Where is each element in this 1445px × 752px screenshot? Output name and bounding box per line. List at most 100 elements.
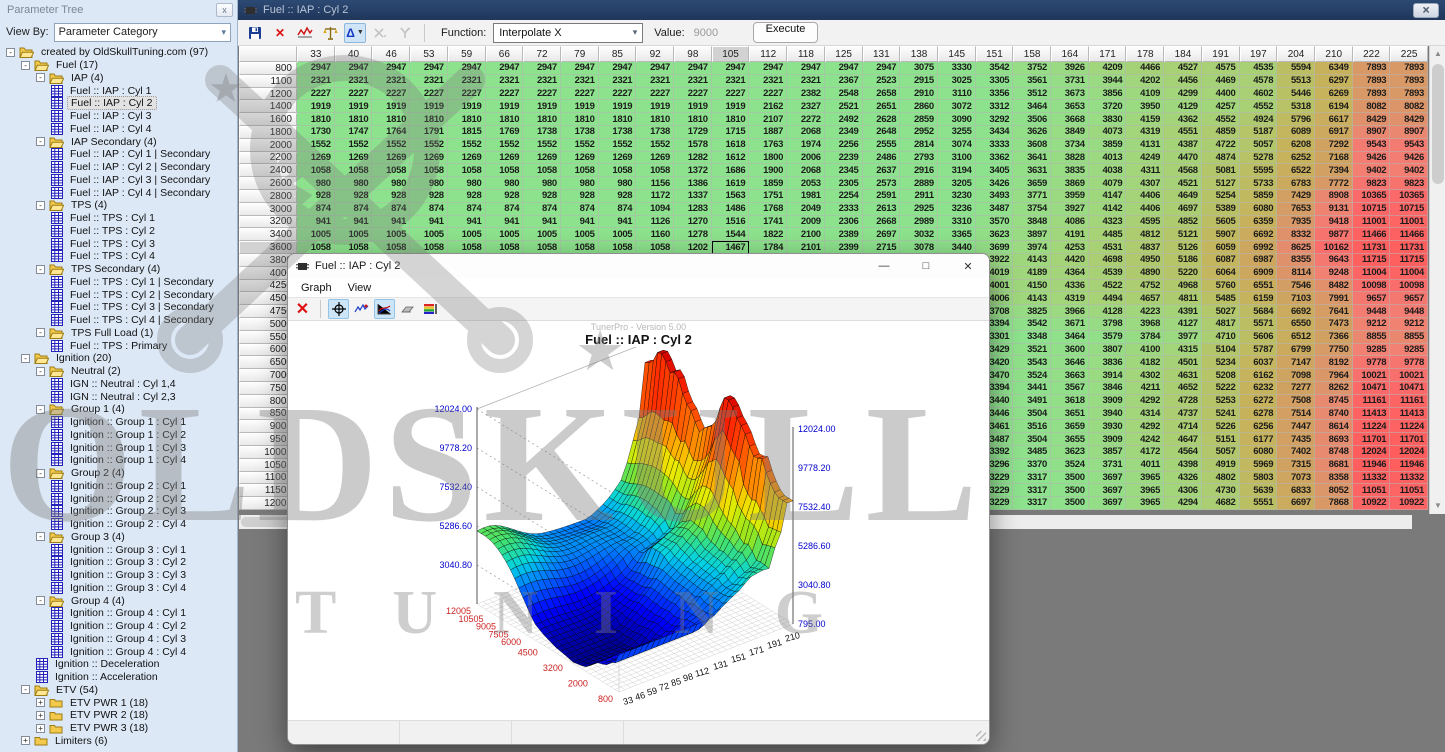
table-cell[interactable]: 3504 [1013,433,1051,446]
table-cell[interactable]: 4319 [1051,292,1089,305]
table-cell[interactable]: 4552 [1240,100,1278,113]
table-cell[interactable]: 2573 [863,177,901,190]
table-cell[interactable]: 1269 [636,152,674,165]
table-cell[interactable]: 4837 [1126,241,1164,254]
table-cell[interactable]: 874 [372,203,410,216]
table-cell[interactable]: 9426 [1390,152,1428,165]
table-cell[interactable]: 6269 [1315,88,1353,101]
table-cell[interactable]: 11466 [1353,228,1391,241]
table-cell[interactable]: 1269 [372,152,410,165]
table-cell[interactable]: 7435 [1277,433,1315,446]
table-cell[interactable]: 8908 [1315,190,1353,203]
table-cell[interactable]: 5760 [1202,280,1240,293]
table-cell[interactable]: 1815 [448,126,486,139]
table-cell[interactable]: 3236 [938,203,976,216]
delta-mode-button[interactable]: Δ ▼ [344,23,366,43]
collapse-icon[interactable]: - [36,532,45,541]
table-cell[interactable]: 2227 [410,88,448,101]
table-cell[interactable]: 3493 [976,190,1014,203]
column-header[interactable]: 171 [1089,46,1127,62]
table-cell[interactable]: 3673 [1051,88,1089,101]
table-cell[interactable]: 5226 [1202,420,1240,433]
table-cell[interactable]: 4209 [1089,62,1127,75]
column-header[interactable]: 204 [1277,46,1315,62]
table-cell[interactable]: 11731 [1390,241,1428,254]
row-header[interactable]: 2200 [239,152,297,165]
table-cell[interactable]: 928 [599,190,637,203]
table-cell[interactable]: 3074 [938,139,976,152]
table-cell[interactable]: 6522 [1277,164,1315,177]
table-cell[interactable]: 5551 [1240,497,1278,510]
table-cell[interactable]: 1269 [335,152,373,165]
table-cell[interactable]: 1486 [712,203,750,216]
table-cell[interactable]: 2668 [863,216,901,229]
table-cell[interactable]: 4595 [1126,216,1164,229]
table-cell[interactable]: 1618 [712,139,750,152]
table-cell[interactable]: 1738 [561,126,599,139]
table-cell[interactable]: 4811 [1164,292,1202,305]
table-cell[interactable]: 941 [372,216,410,229]
table-cell[interactable]: 4013 [1089,152,1127,165]
table-cell[interactable]: 10471 [1353,382,1391,395]
table-cell[interactable]: 2068 [787,164,825,177]
table-cell[interactable]: 2321 [523,75,561,88]
table-cell[interactable]: 5222 [1202,382,1240,395]
table-cell[interactable]: 3926 [1051,62,1089,75]
table-cell[interactable]: 1160 [636,228,674,241]
table-cell[interactable]: 3856 [1089,88,1127,101]
table-cell[interactable]: 2989 [900,216,938,229]
table-cell[interactable]: 1005 [410,228,448,241]
table-cell[interactable]: 4292 [1126,420,1164,433]
table-cell[interactable]: 2658 [863,88,901,101]
table-cell[interactable]: 2947 [749,62,787,75]
table-cell[interactable]: 4730 [1202,484,1240,497]
row-header[interactable]: 2400 [239,164,297,177]
table-cell[interactable]: 2227 [486,88,524,101]
table-cell[interactable]: 1552 [523,139,561,152]
table-cell[interactable]: 9657 [1390,292,1428,305]
table-cell[interactable]: 6059 [1202,241,1240,254]
table-cell[interactable]: 10162 [1315,241,1353,254]
table-cell[interactable]: 6783 [1277,177,1315,190]
table-cell[interactable]: 3362 [976,152,1014,165]
table-cell[interactable]: 2162 [749,100,787,113]
table-cell[interactable]: 1859 [749,177,787,190]
table-cell[interactable]: 8614 [1315,420,1353,433]
table-cell[interactable]: 8332 [1277,228,1315,241]
tree-item[interactable]: Ignition :: Acceleration [0,671,237,684]
table-cell[interactable]: 3807 [1089,344,1127,357]
table-cell[interactable]: 1372 [674,164,712,177]
table-cell[interactable]: 1800 [749,152,787,165]
table-cell[interactable]: 4242 [1126,433,1164,446]
table-cell[interactable]: 3100 [938,152,976,165]
tree-item[interactable]: -TPS Full Load (1) [0,327,237,340]
table-cell[interactable]: 5186 [1164,254,1202,267]
table-cell[interactable]: 7546 [1277,280,1315,293]
column-header[interactable]: 98 [674,46,712,62]
column-header[interactable]: 79 [561,46,599,62]
column-header[interactable]: 210 [1315,46,1353,62]
table-cell[interactable]: 4336 [1051,280,1089,293]
table-cell[interactable]: 4400 [1202,88,1240,101]
table-cell[interactable]: 5121 [1164,228,1202,241]
table-cell[interactable]: 3697 [1089,497,1127,510]
table-cell[interactable]: 7514 [1277,408,1315,421]
table-cell[interactable]: 1810 [712,113,750,126]
table-cell[interactable]: 5234 [1202,356,1240,369]
graph-type-button[interactable] [374,299,395,319]
table-cell[interactable]: 11332 [1353,472,1391,485]
table-cell[interactable]: 4722 [1202,139,1240,152]
tree-item[interactable]: Fuel :: IAP : Cyl 4 | Secondary [0,186,237,199]
table-cell[interactable]: 3857 [1089,446,1127,459]
table-cell[interactable]: 6512 [1277,331,1315,344]
close-icon[interactable]: ❌︎ [1413,3,1439,18]
table-cell[interactable]: 928 [523,190,561,203]
table-cell[interactable]: 5803 [1240,472,1278,485]
table-cell[interactable]: 5057 [1202,446,1240,459]
tree-item[interactable]: Ignition :: Group 1 : Cyl 4 [0,454,237,467]
table-cell[interactable]: 5318 [1277,100,1315,113]
minimize-button[interactable]: — [863,254,905,278]
table-cell[interactable]: 3836 [1089,356,1127,369]
row-header[interactable]: 1400 [239,100,297,113]
table-cell[interactable]: 2555 [863,139,901,152]
